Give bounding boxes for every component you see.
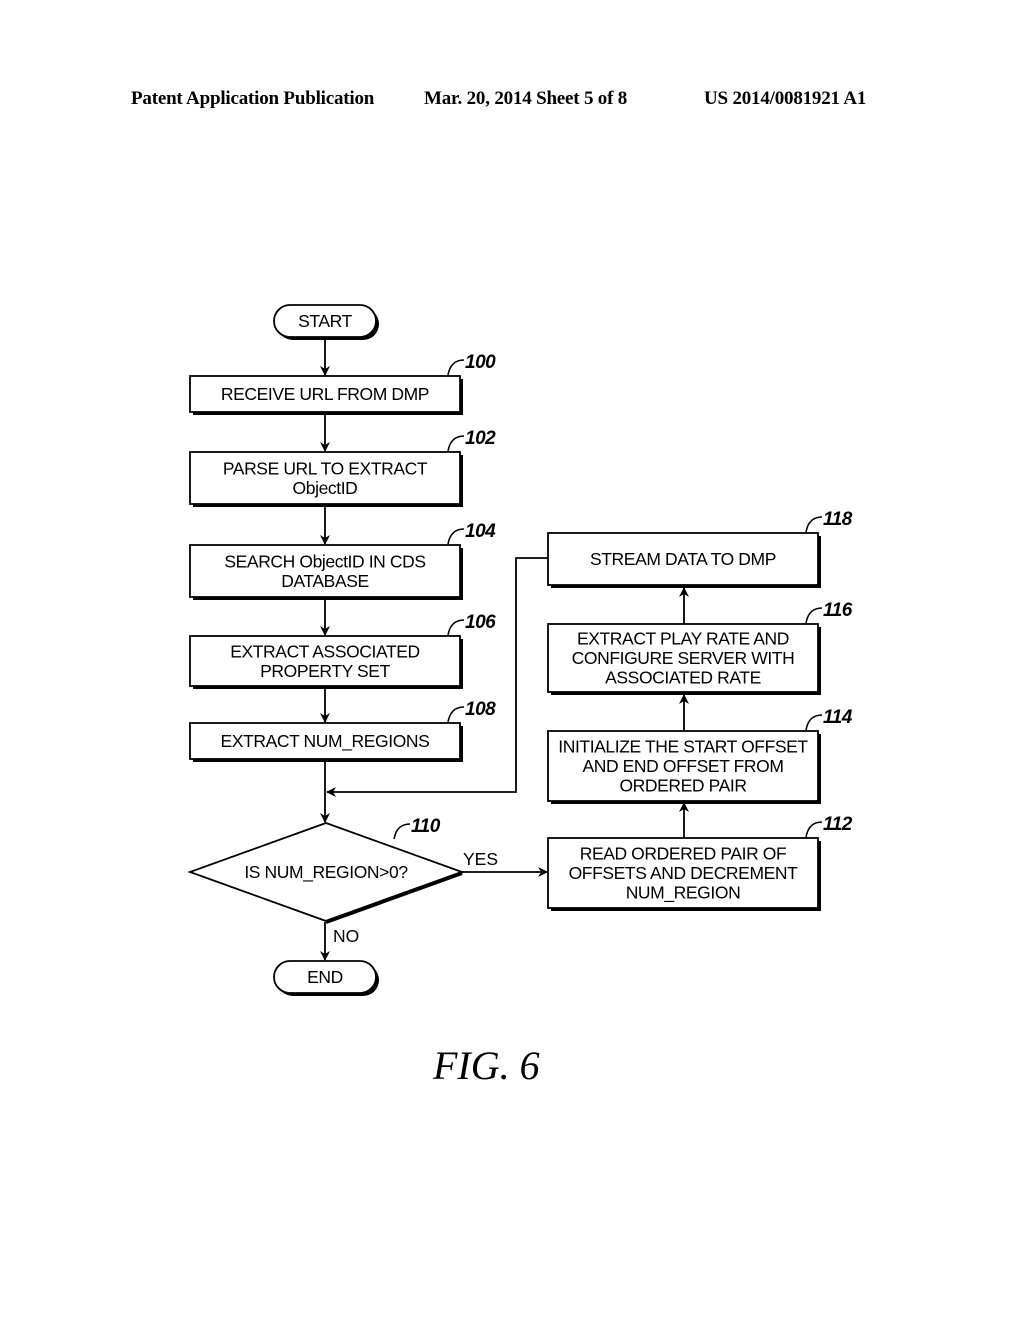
reference-number: 112 (823, 814, 853, 835)
reference-number: 110 (411, 816, 441, 837)
process-box-108: EXTRACT NUM_REGIONS 108 (189, 699, 497, 762)
reference-number: 104 (465, 521, 496, 542)
reference-number: 102 (465, 428, 496, 449)
process-box-112: READ ORDERED PAIR OFOFFSETS AND DECREMEN… (547, 814, 853, 911)
process-box-102: PARSE URL TO EXTRACTObjectID 102 (189, 428, 497, 507)
reference-number: 114 (823, 707, 853, 728)
reference-leader (805, 821, 823, 838)
reference-leader (805, 607, 823, 624)
reference-number: 118 (823, 509, 853, 530)
reference-leader (447, 619, 465, 636)
figure-label: FIG. 6 (433, 1043, 540, 1088)
node-text-line: INITIALIZE THE START OFFSET (558, 737, 808, 757)
node-text-line: EXTRACT ASSOCIATED (230, 641, 420, 661)
node-text-line: CONFIGURE SERVER WITH (572, 648, 795, 668)
reference-leader (447, 706, 465, 723)
reference-leader (805, 714, 823, 731)
reference-number: 116 (823, 600, 853, 621)
node-text-line: READ ORDERED PAIR OF (580, 844, 787, 864)
reference-leader (447, 435, 465, 452)
process-box-118: STREAM DATA TO DMP 118 (547, 509, 853, 588)
node-text-line: PARSE URL TO EXTRACT (223, 458, 428, 478)
decision-label: IS NUM_REGION>0? (244, 862, 408, 883)
reference-leader (447, 528, 465, 545)
process-box-106: EXTRACT ASSOCIATEDPROPERTY SET 106 (189, 612, 497, 689)
node-text-line: RECEIVE URL FROM DMP (221, 384, 429, 404)
process-box-100: RECEIVE URL FROM DMP 100 (189, 352, 497, 415)
node-text-line: AND END OFFSET FROM (582, 756, 783, 776)
terminator-label: START (298, 311, 352, 331)
yes-label: YES (463, 849, 498, 869)
node-text-line: ORDERED PAIR (619, 776, 746, 796)
start-terminator: START (273, 304, 379, 340)
reference-number: 106 (465, 612, 496, 633)
node-text-line: NUM_REGION (626, 883, 741, 904)
flowchart: RECEIVE URL FROM DMP 100 PARSE URL TO EXTR… (187, 304, 853, 996)
node-text-line: SEARCH ObjectID IN CDS (224, 551, 425, 571)
flowchart-nodes: RECEIVE URL FROM DMP 100 PARSE URL TO EXTR… (187, 304, 853, 996)
reference-leader (393, 823, 411, 840)
node-text-line: ObjectID (293, 478, 358, 498)
node-text-line: EXTRACT PLAY RATE AND (577, 629, 789, 649)
reference-number: 100 (465, 352, 496, 373)
node-text-line: ASSOCIATED RATE (605, 668, 761, 688)
node-text-line: STREAM DATA TO DMP (590, 549, 776, 569)
reference-leader (447, 359, 465, 376)
node-text-line: OFFSETS AND DECREMENT (569, 863, 799, 883)
node-text-line: PROPERTY SET (260, 661, 390, 681)
process-box-114: INITIALIZE THE START OFFSETAND END OFFSE… (547, 707, 853, 804)
decision-110: IS NUM_REGION>0? 110 YES NO (187, 816, 498, 946)
reference-leader (805, 516, 823, 533)
node-text-line: DATABASE (281, 571, 369, 591)
terminator-label: END (307, 967, 343, 987)
reference-number: 108 (465, 699, 496, 720)
process-box-116: EXTRACT PLAY RATE ANDCONFIGURE SERVER WI… (547, 600, 853, 695)
end-terminator: END (273, 960, 379, 996)
process-box-104: SEARCH ObjectID IN CDSDATABASE 104 (189, 521, 497, 600)
no-label: NO (333, 926, 359, 946)
node-text-line: EXTRACT NUM_REGIONS (221, 731, 430, 752)
